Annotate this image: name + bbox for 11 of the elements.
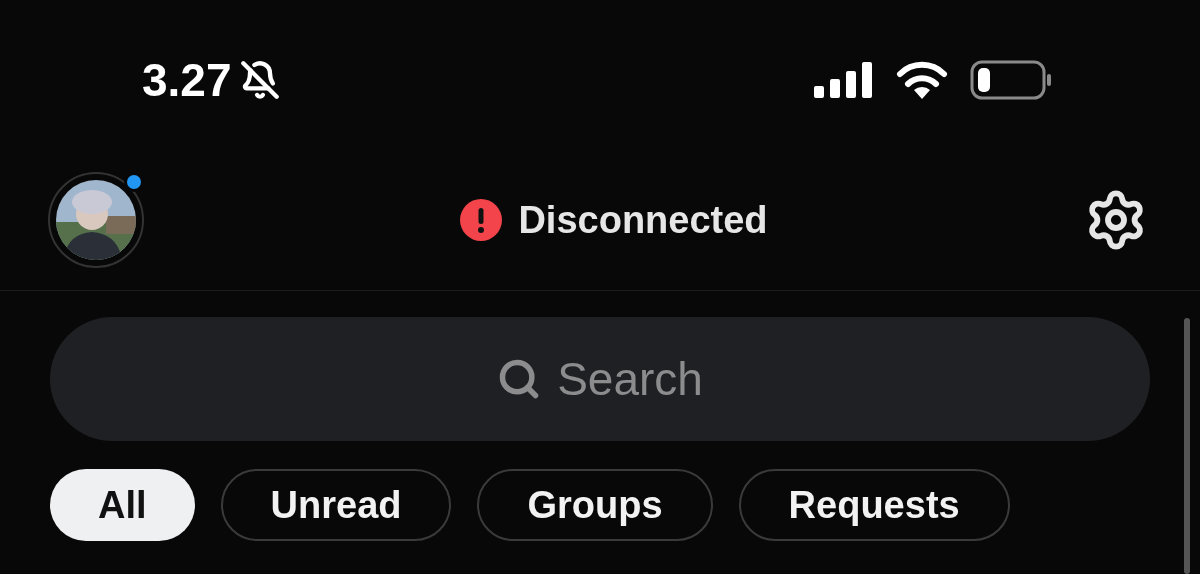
battery-icon [970,60,1052,100]
wifi-icon [896,61,948,99]
signal-icon [814,62,874,98]
search-field[interactable]: Search [50,317,1150,441]
filter-chip[interactable]: Groups [477,469,713,541]
filter-chip[interactable]: Requests [738,469,1010,541]
filter-chip[interactable]: All [50,469,195,541]
connection-status: Disconnected [518,197,768,243]
filter-chip[interactable]: Unread [220,469,452,541]
time: 3.27 [142,52,232,108]
search-placeholder: Search [557,351,703,407]
